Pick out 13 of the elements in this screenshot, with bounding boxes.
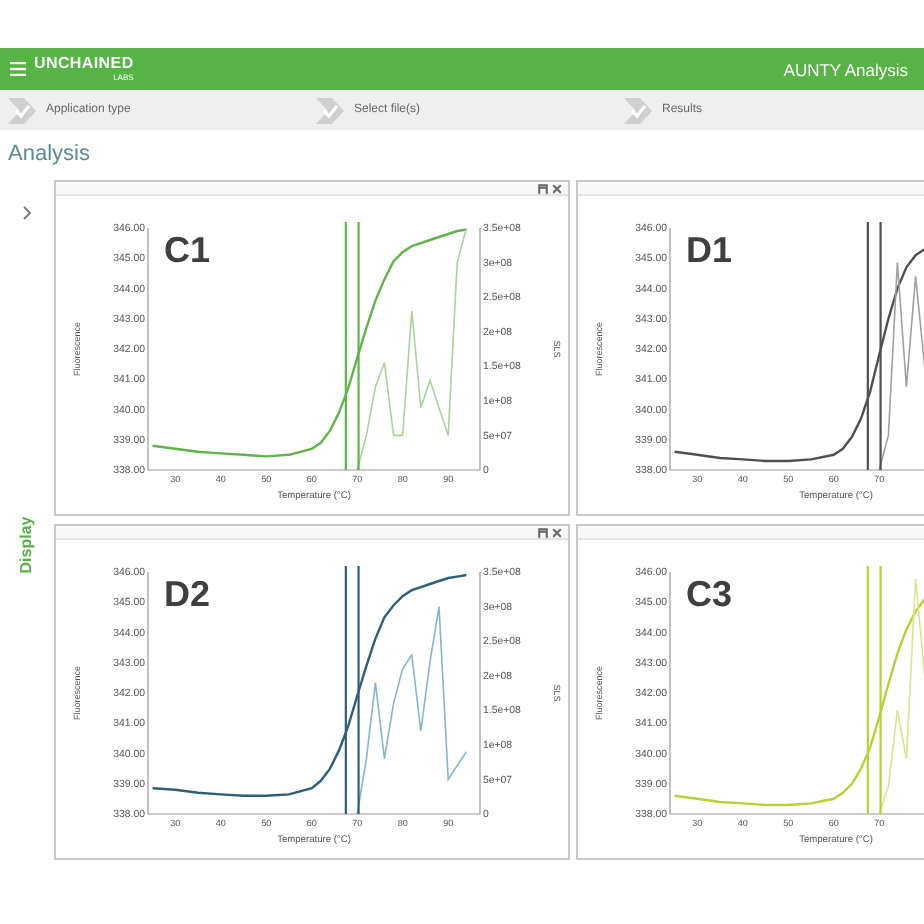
app-title: AUNTY Analysis xyxy=(783,59,908,79)
close-icon[interactable] xyxy=(552,183,562,193)
close-icon[interactable] xyxy=(552,527,562,537)
pin-icon[interactable] xyxy=(538,183,548,193)
expand-icon[interactable] xyxy=(22,206,32,220)
menu-icon[interactable] xyxy=(10,62,26,76)
page-title: Analysis xyxy=(6,140,90,170)
chart-title: D2 xyxy=(164,574,211,614)
logo-text: UNCHAINED xyxy=(34,56,134,72)
chart-title: C1 xyxy=(164,230,211,270)
pin-icon[interactable] xyxy=(538,527,548,537)
chart-title: C3 xyxy=(686,574,733,614)
chart-title: D1 xyxy=(686,230,733,270)
